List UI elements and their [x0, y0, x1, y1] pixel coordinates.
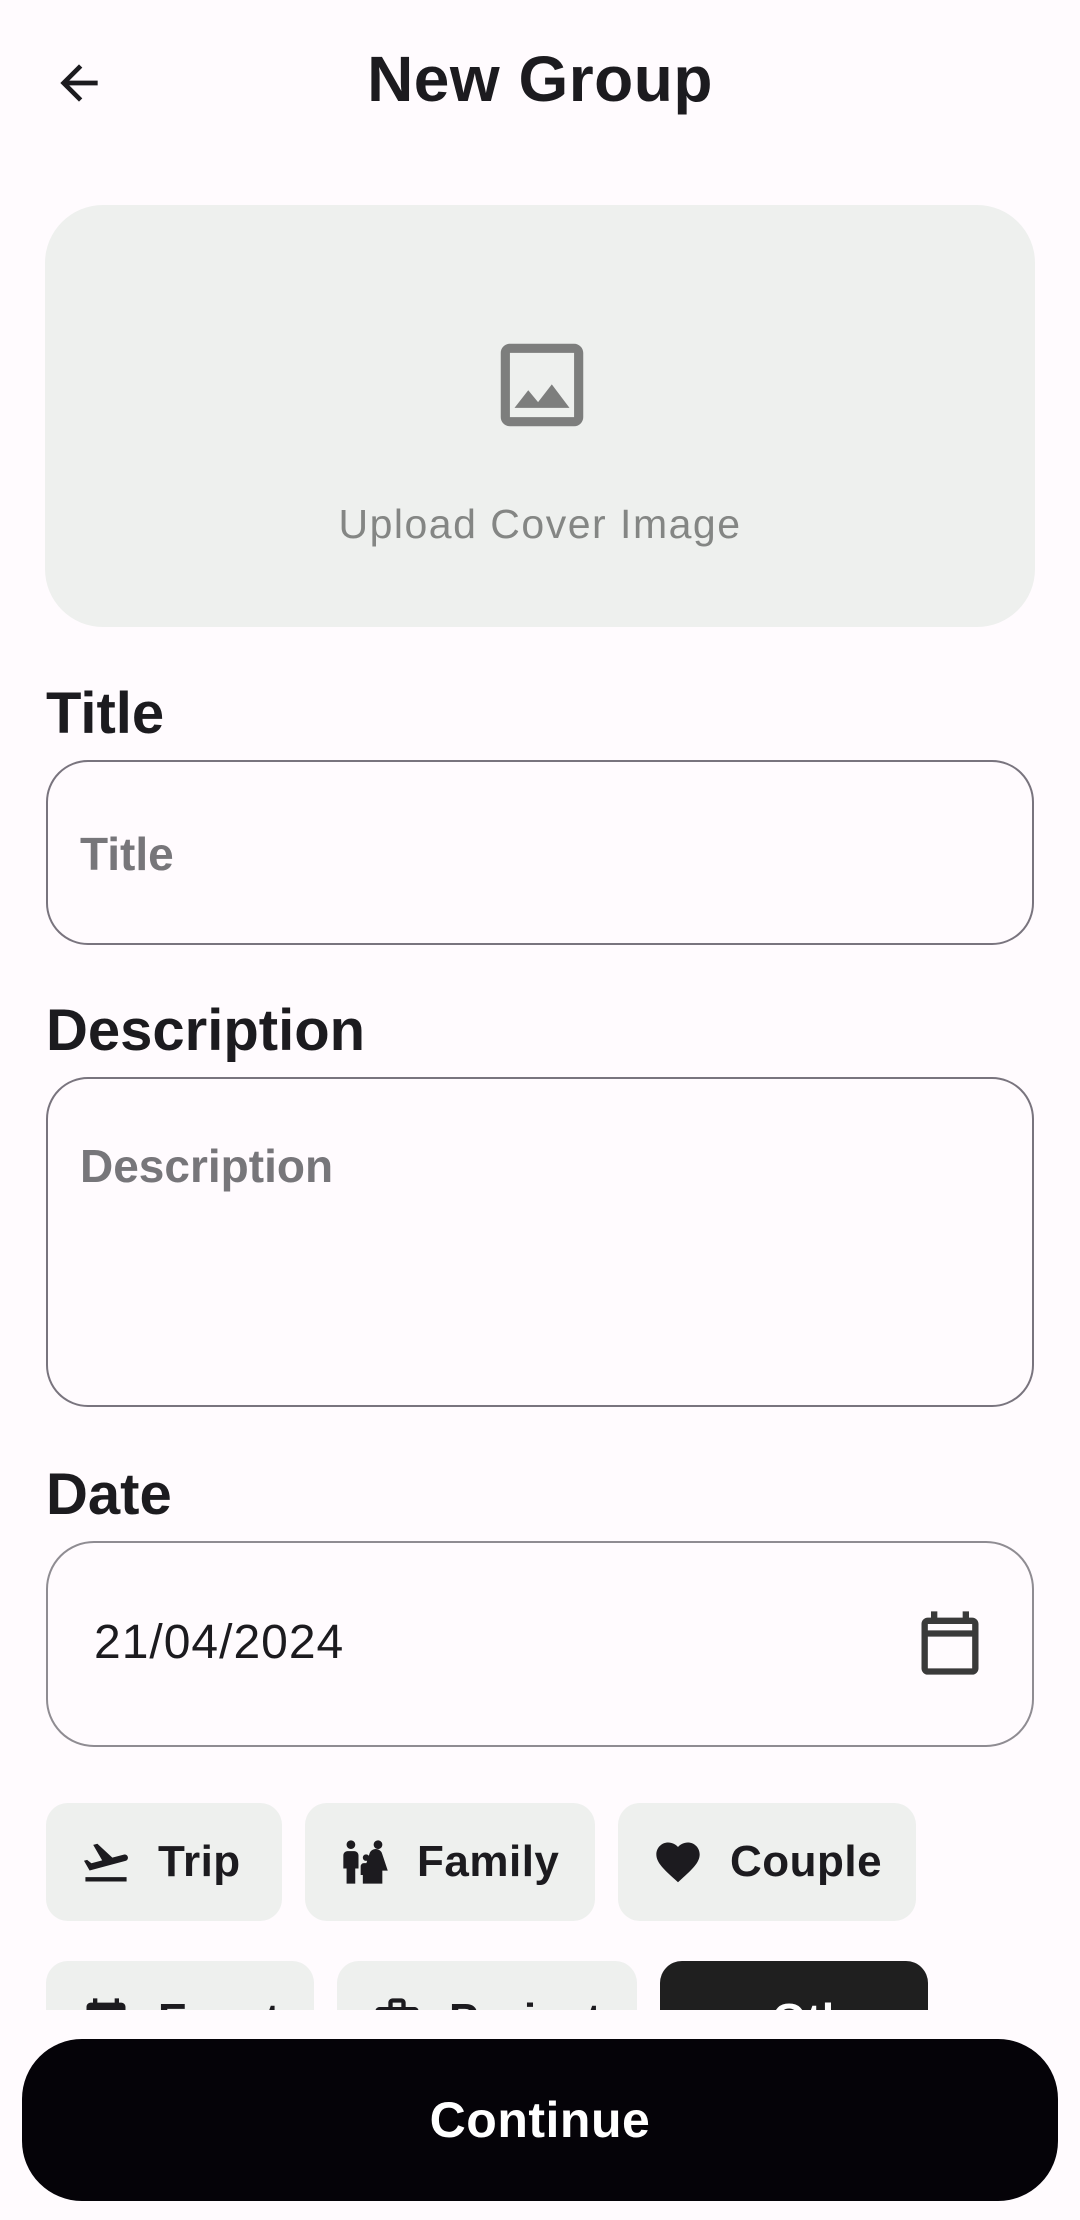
description-input[interactable] [80, 1139, 1000, 1379]
briefcase-icon [375, 1998, 419, 2010]
family-icon [343, 1840, 388, 1884]
bottom-action-bar: Continue [0, 2010, 1080, 2220]
continue-button[interactable]: Continue [22, 2039, 1058, 2201]
top-app-bar: New Group [0, 0, 1080, 165]
chip-trip-label: Trip [158, 1837, 241, 1886]
chip-event[interactable]: Event [46, 1961, 314, 2010]
calendar-icon [86, 1998, 126, 2010]
heart-icon [656, 1842, 700, 1883]
chip-couple-label: Couple [730, 1837, 883, 1886]
chip-family-label: Family [417, 1837, 560, 1886]
form-scroll-area[interactable]: Upload Cover Image Title Description Dat… [0, 165, 1080, 2010]
upload-cover-image-button[interactable]: Upload Cover Image [45, 205, 1035, 627]
title-field[interactable] [46, 760, 1034, 945]
chip-other[interactable]: Other [660, 1961, 928, 2010]
date-field[interactable]: 21/04/2024 [46, 1541, 1034, 1747]
description-field[interactable] [46, 1077, 1034, 1407]
chip-family[interactable]: Family [305, 1803, 595, 1921]
date-value: 21/04/2024 [94, 1616, 345, 1669]
chip-project-label: Project [449, 1995, 602, 2010]
more-icon [694, 1994, 746, 2010]
description-label: Description [46, 998, 366, 1063]
page-title: New Group [367, 43, 713, 115]
date-label: Date [46, 1462, 172, 1527]
chip-couple[interactable]: Couple [618, 1803, 916, 1921]
image-icon [500, 343, 584, 427]
chip-project[interactable]: Project [337, 1961, 637, 2010]
title-label: Title [46, 681, 165, 746]
title-input[interactable] [80, 826, 1000, 882]
new-group-screen: New Group Upload Cover Image Title Descr… [0, 0, 1080, 2220]
chip-other-label: Other [772, 1995, 892, 2010]
upload-cover-image-label: Upload Cover Image [338, 501, 742, 547]
flight-takeoff-icon [83, 1843, 128, 1882]
calendar-icon[interactable] [912, 1605, 988, 1681]
chip-event-label: Event [158, 1995, 280, 2010]
chip-trip[interactable]: Trip [46, 1803, 282, 1921]
